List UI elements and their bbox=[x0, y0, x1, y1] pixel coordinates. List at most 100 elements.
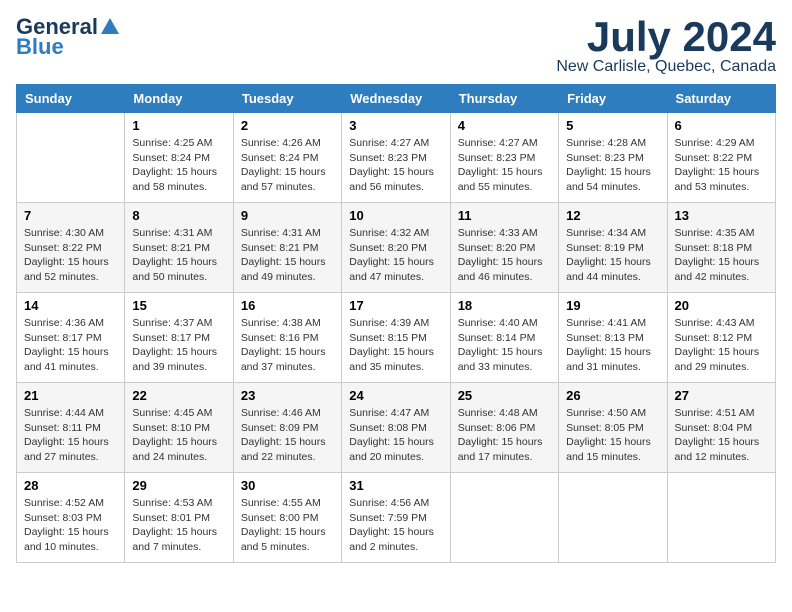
day-number: 6 bbox=[675, 118, 768, 133]
calendar-cell: 9 Sunrise: 4:31 AM Sunset: 8:21 PM Daylig… bbox=[233, 203, 341, 293]
day-number: 5 bbox=[566, 118, 659, 133]
calendar-cell: 10 Sunrise: 4:32 AM Sunset: 8:20 PM Dayli… bbox=[342, 203, 450, 293]
calendar-cell: 27 Sunrise: 4:51 AM Sunset: 8:04 PM Dayli… bbox=[667, 383, 775, 473]
calendar-cell: 22 Sunrise: 4:45 AM Sunset: 8:10 PM Dayli… bbox=[125, 383, 233, 473]
calendar-week-row: 14 Sunrise: 4:36 AM Sunset: 8:17 PM Dayli… bbox=[17, 293, 776, 383]
calendar-week-row: 28 Sunrise: 4:52 AM Sunset: 8:03 PM Dayli… bbox=[17, 473, 776, 563]
day-number: 11 bbox=[458, 208, 551, 223]
day-info: Sunrise: 4:50 AM Sunset: 8:05 PM Dayligh… bbox=[566, 406, 659, 465]
calendar-cell: 13Sunrise: 4:35 AM Sunset: 8:18 PM Dayli… bbox=[667, 203, 775, 293]
day-info: Sunrise: 4:32 AM Sunset: 8:20 PM Dayligh… bbox=[349, 226, 442, 285]
logo: General Blue bbox=[16, 16, 122, 60]
title-block: July 2024 New Carlisle, Quebec, Canada bbox=[556, 16, 776, 76]
calendar-cell: 19 Sunrise: 4:41 AM Sunset: 8:13 PM Dayli… bbox=[559, 293, 667, 383]
day-info: Sunrise: 4:39 AM Sunset: 8:15 PM Dayligh… bbox=[349, 316, 442, 375]
day-info: Sunrise: 4:43 AM Sunset: 8:12 PM Dayligh… bbox=[675, 316, 768, 375]
day-number: 18 bbox=[458, 298, 551, 313]
logo-blue: Blue bbox=[16, 34, 64, 60]
calendar-cell: 26 Sunrise: 4:50 AM Sunset: 8:05 PM Dayli… bbox=[559, 383, 667, 473]
day-number: 24 bbox=[349, 388, 442, 403]
weekday-header: Tuesday bbox=[233, 85, 341, 113]
calendar-cell: 6 Sunrise: 4:29 AM Sunset: 8:22 PM Daylig… bbox=[667, 113, 775, 203]
day-info: Sunrise: 4:52 AM Sunset: 8:03 PM Dayligh… bbox=[24, 496, 117, 555]
weekday-header: Monday bbox=[125, 85, 233, 113]
day-info: Sunrise: 4:33 AM Sunset: 8:20 PM Dayligh… bbox=[458, 226, 551, 285]
day-info: Sunrise: 4:26 AM Sunset: 8:24 PM Dayligh… bbox=[241, 136, 334, 195]
calendar-cell: 29Sunrise: 4:53 AM Sunset: 8:01 PM Dayli… bbox=[125, 473, 233, 563]
day-info: Sunrise: 4:45 AM Sunset: 8:10 PM Dayligh… bbox=[132, 406, 225, 465]
day-number: 31 bbox=[349, 478, 442, 493]
calendar-cell bbox=[667, 473, 775, 563]
day-number: 21 bbox=[24, 388, 117, 403]
calendar-cell: 23 Sunrise: 4:46 AM Sunset: 8:09 PM Dayli… bbox=[233, 383, 341, 473]
day-info: Sunrise: 4:47 AM Sunset: 8:08 PM Dayligh… bbox=[349, 406, 442, 465]
calendar-cell: 7 Sunrise: 4:30 AM Sunset: 8:22 PM Daylig… bbox=[17, 203, 125, 293]
day-info: Sunrise: 4:44 AM Sunset: 8:11 PM Dayligh… bbox=[24, 406, 117, 465]
day-number: 12 bbox=[566, 208, 659, 223]
calendar-week-row: 21 Sunrise: 4:44 AM Sunset: 8:11 PM Dayli… bbox=[17, 383, 776, 473]
day-number: 3 bbox=[349, 118, 442, 133]
calendar-week-row: 1Sunrise: 4:25 AM Sunset: 8:24 PM Daylig… bbox=[17, 113, 776, 203]
calendar-cell: 11 Sunrise: 4:33 AM Sunset: 8:20 PM Dayli… bbox=[450, 203, 558, 293]
weekday-header: Sunday bbox=[17, 85, 125, 113]
calendar-cell: 16 Sunrise: 4:38 AM Sunset: 8:16 PM Dayli… bbox=[233, 293, 341, 383]
day-number: 23 bbox=[241, 388, 334, 403]
calendar-cell: 17 Sunrise: 4:39 AM Sunset: 8:15 PM Dayli… bbox=[342, 293, 450, 383]
day-info: Sunrise: 4:40 AM Sunset: 8:14 PM Dayligh… bbox=[458, 316, 551, 375]
calendar-cell: 2Sunrise: 4:26 AM Sunset: 8:24 PM Daylig… bbox=[233, 113, 341, 203]
page-header: General Blue July 2024 New Carlisle, Que… bbox=[16, 16, 776, 76]
calendar-cell bbox=[559, 473, 667, 563]
calendar-cell: 18 Sunrise: 4:40 AM Sunset: 8:14 PM Dayli… bbox=[450, 293, 558, 383]
day-info: Sunrise: 4:36 AM Sunset: 8:17 PM Dayligh… bbox=[24, 316, 117, 375]
calendar-cell: 12 Sunrise: 4:34 AM Sunset: 8:19 PM Dayli… bbox=[559, 203, 667, 293]
month-title: July 2024 bbox=[556, 16, 776, 58]
calendar-cell: 21 Sunrise: 4:44 AM Sunset: 8:11 PM Dayli… bbox=[17, 383, 125, 473]
day-info: Sunrise: 4:31 AM Sunset: 8:21 PM Dayligh… bbox=[241, 226, 334, 285]
calendar-cell bbox=[450, 473, 558, 563]
calendar-cell: 5Sunrise: 4:28 AM Sunset: 8:23 PM Daylig… bbox=[559, 113, 667, 203]
day-number: 16 bbox=[241, 298, 334, 313]
calendar-cell bbox=[17, 113, 125, 203]
weekday-header-row: SundayMondayTuesdayWednesdayThursdayFrid… bbox=[17, 85, 776, 113]
calendar-cell: 3 Sunrise: 4:27 AM Sunset: 8:23 PM Daylig… bbox=[342, 113, 450, 203]
day-number: 9 bbox=[241, 208, 334, 223]
day-number: 25 bbox=[458, 388, 551, 403]
day-info: Sunrise: 4:55 AM Sunset: 8:00 PM Dayligh… bbox=[241, 496, 334, 555]
day-info: Sunrise: 4:27 AM Sunset: 8:23 PM Dayligh… bbox=[458, 136, 551, 195]
day-info: Sunrise: 4:46 AM Sunset: 8:09 PM Dayligh… bbox=[241, 406, 334, 465]
day-number: 1 bbox=[132, 118, 225, 133]
day-info: Sunrise: 4:35 AM Sunset: 8:18 PM Dayligh… bbox=[675, 226, 768, 285]
calendar-cell: 1Sunrise: 4:25 AM Sunset: 8:24 PM Daylig… bbox=[125, 113, 233, 203]
day-number: 30 bbox=[241, 478, 334, 493]
day-info: Sunrise: 4:48 AM Sunset: 8:06 PM Dayligh… bbox=[458, 406, 551, 465]
calendar-table: SundayMondayTuesdayWednesdayThursdayFrid… bbox=[16, 84, 776, 563]
calendar-cell: 4 Sunrise: 4:27 AM Sunset: 8:23 PM Daylig… bbox=[450, 113, 558, 203]
day-number: 20 bbox=[675, 298, 768, 313]
day-info: Sunrise: 4:51 AM Sunset: 8:04 PM Dayligh… bbox=[675, 406, 768, 465]
weekday-header: Wednesday bbox=[342, 85, 450, 113]
day-number: 10 bbox=[349, 208, 442, 223]
day-info: Sunrise: 4:29 AM Sunset: 8:22 PM Dayligh… bbox=[675, 136, 768, 195]
day-info: Sunrise: 4:30 AM Sunset: 8:22 PM Dayligh… bbox=[24, 226, 117, 285]
weekday-header: Friday bbox=[559, 85, 667, 113]
day-info: Sunrise: 4:38 AM Sunset: 8:16 PM Dayligh… bbox=[241, 316, 334, 375]
day-number: 19 bbox=[566, 298, 659, 313]
day-number: 4 bbox=[458, 118, 551, 133]
day-info: Sunrise: 4:27 AM Sunset: 8:23 PM Dayligh… bbox=[349, 136, 442, 195]
day-number: 26 bbox=[566, 388, 659, 403]
day-number: 22 bbox=[132, 388, 225, 403]
day-number: 14 bbox=[24, 298, 117, 313]
day-number: 7 bbox=[24, 208, 117, 223]
day-info: Sunrise: 4:34 AM Sunset: 8:19 PM Dayligh… bbox=[566, 226, 659, 285]
day-info: Sunrise: 4:53 AM Sunset: 8:01 PM Dayligh… bbox=[132, 496, 225, 555]
day-number: 27 bbox=[675, 388, 768, 403]
day-info: Sunrise: 4:37 AM Sunset: 8:17 PM Dayligh… bbox=[132, 316, 225, 375]
day-number: 15 bbox=[132, 298, 225, 313]
day-info: Sunrise: 4:41 AM Sunset: 8:13 PM Dayligh… bbox=[566, 316, 659, 375]
calendar-week-row: 7 Sunrise: 4:30 AM Sunset: 8:22 PM Daylig… bbox=[17, 203, 776, 293]
calendar-cell: 31Sunrise: 4:56 AM Sunset: 7:59 PM Dayli… bbox=[342, 473, 450, 563]
weekday-header: Saturday bbox=[667, 85, 775, 113]
day-number: 28 bbox=[24, 478, 117, 493]
weekday-header: Thursday bbox=[450, 85, 558, 113]
day-number: 17 bbox=[349, 298, 442, 313]
